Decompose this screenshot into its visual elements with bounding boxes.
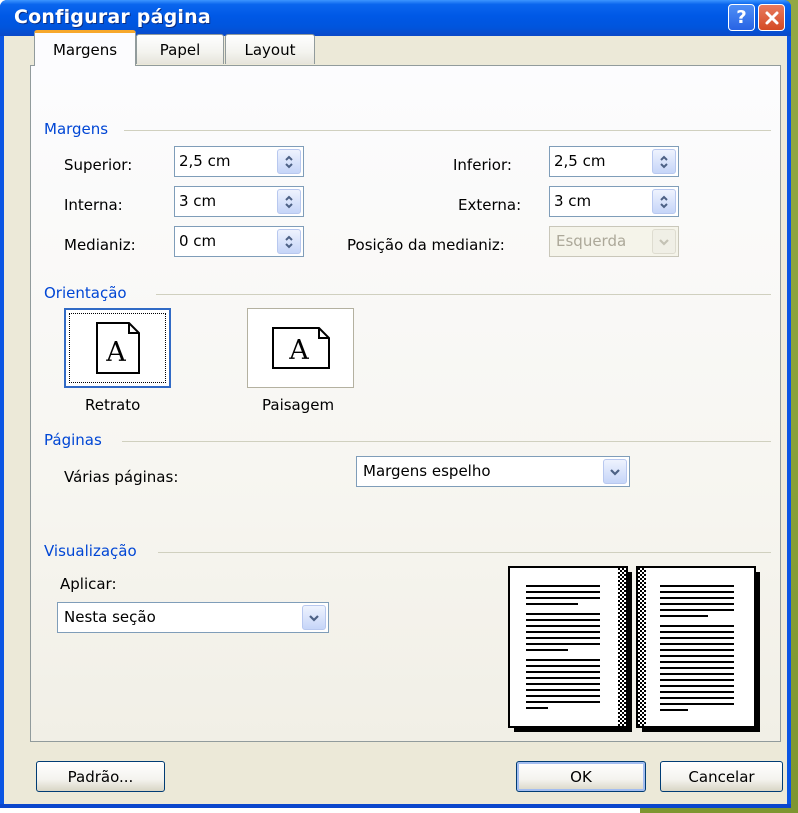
externa-value: 3 cm [554,192,592,210]
section-visualizacao: Visualização [44,542,137,560]
landscape-page-icon: A [271,327,330,369]
apply-value: Nesta seção [64,608,156,626]
portrait-option[interactable]: A [64,308,171,388]
gutter-position-dropdown-button[interactable] [652,229,676,254]
interna-label: Interna: [64,196,123,214]
landscape-label: Paisagem [262,396,335,414]
cancel-button-label: Cancelar [688,767,755,786]
externa-spin-button[interactable] [652,189,676,214]
content-layer: Margens Superior: 2,5 cm Inferior: 2,5 c… [0,0,798,813]
inferior-spinner[interactable]: 2,5 cm [549,146,679,177]
chevron-down-icon [309,614,319,622]
superior-spin-button[interactable] [277,149,301,174]
portrait-label: Retrato [85,396,141,414]
svg-text:A: A [105,337,126,368]
inferior-value: 2,5 cm [554,152,606,170]
multiple-pages-dropdown-button[interactable] [603,459,627,484]
chevron-down-icon [659,238,669,246]
spin-arrows-icon [285,235,293,248]
superior-value: 2,5 cm [179,152,231,170]
default-button[interactable]: Padrão... [36,761,165,792]
ok-button-label: OK [570,767,592,786]
multiple-pages-select[interactable]: Margens espelho [356,456,630,487]
section-margens: Margens [44,120,109,138]
section-orientacao-line [156,294,771,295]
medianiz-spinner[interactable]: 0 cm [174,226,304,257]
mirror-margins-preview [508,566,760,732]
apply-select[interactable]: Nesta seção [57,602,329,633]
superior-spinner[interactable]: 2,5 cm [174,146,304,177]
spin-arrows-icon [660,155,668,168]
section-orientacao: Orientação [44,284,127,302]
section-paginas: Páginas [44,431,102,449]
externa-label: Externa: [458,196,522,214]
interna-value: 3 cm [179,192,217,210]
section-margens-line [124,130,771,131]
spin-arrows-icon [660,195,668,208]
medianiz-value: 0 cm [179,232,217,250]
ok-button[interactable]: OK [516,761,646,792]
superior-label: Superior: [64,156,133,174]
apply-dropdown-button[interactable] [302,605,326,630]
gutter-position-select[interactable]: Esquerda [549,226,679,257]
svg-text:A: A [288,335,309,366]
section-paginas-line [122,441,771,442]
section-visualizacao-line [158,552,771,553]
gutter-position-value: Esquerda [556,232,627,250]
multiple-pages-label: Várias páginas: [64,468,179,486]
gutter-position-label: Posição da medianiz: [347,236,505,254]
inferior-label: Inferior: [453,156,512,174]
cancel-button[interactable]: Cancelar [660,761,783,792]
interna-spinner[interactable]: 3 cm [174,186,304,217]
portrait-page-icon: A [95,322,140,374]
externa-spinner[interactable]: 3 cm [549,186,679,217]
apply-label: Aplicar: [60,575,117,593]
chevron-down-icon [610,468,620,476]
spin-arrows-icon [285,155,293,168]
multiple-pages-value: Margens espelho [363,462,491,480]
medianiz-label: Medianiz: [64,236,136,254]
inferior-spin-button[interactable] [652,149,676,174]
interna-spin-button[interactable] [277,189,301,214]
default-button-label: Padrão... [67,767,134,786]
landscape-option[interactable]: A [247,308,354,388]
spin-arrows-icon [285,195,293,208]
medianiz-spin-button[interactable] [277,229,301,254]
